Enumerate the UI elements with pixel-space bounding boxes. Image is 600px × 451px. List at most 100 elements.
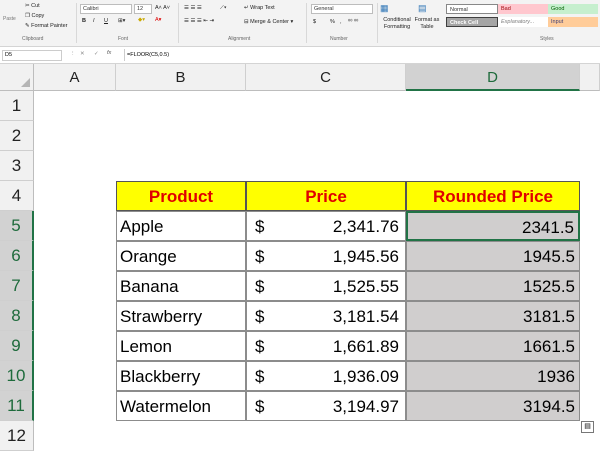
style-normal[interactable]: Normal: [446, 4, 498, 14]
borders-icon[interactable]: ⊞▾: [118, 18, 125, 24]
style-good[interactable]: Good: [548, 4, 598, 14]
currency-symbol: $: [255, 277, 265, 296]
currency-button[interactable]: $: [313, 19, 316, 25]
row-header-9[interactable]: 9: [0, 331, 34, 361]
percent-button[interactable]: %: [330, 19, 335, 25]
column-header-b[interactable]: B: [116, 64, 246, 91]
column-header-c[interactable]: C: [246, 64, 406, 91]
column-header-d[interactable]: D: [406, 64, 580, 91]
rounded-price-cell[interactable]: 1525.5: [406, 271, 580, 301]
row-header-7[interactable]: 7: [0, 271, 34, 301]
select-all-button[interactable]: [0, 64, 34, 91]
row-header-4[interactable]: 4: [0, 181, 34, 211]
underline-button[interactable]: U: [104, 18, 108, 24]
product-cell[interactable]: Watermelon: [116, 391, 246, 421]
price-value: 1,945.56: [332, 247, 399, 266]
formula-bar: D5 ⋮ ✕ ✓ fx =FLOOR(C5,0.5): [0, 47, 600, 64]
rounded-price-cell[interactable]: 1945.5: [406, 241, 580, 271]
column-header-e[interactable]: [580, 64, 600, 91]
row-header-5[interactable]: 5: [0, 211, 34, 241]
comma-button[interactable]: ,: [340, 19, 342, 25]
column-header-a[interactable]: A: [34, 64, 116, 91]
style-input[interactable]: Input: [548, 17, 598, 27]
bold-button[interactable]: B: [82, 18, 86, 24]
row-header-3[interactable]: 3: [0, 151, 34, 181]
copy-icon: ❐: [25, 13, 30, 19]
currency-symbol: $: [255, 217, 265, 236]
wrap-text-button[interactable]: ↵ Wrap Text: [244, 5, 275, 11]
quick-analysis-icon[interactable]: ▤: [581, 421, 594, 433]
decimal-icon[interactable]: ⁰⁰ ⁰⁰: [348, 19, 358, 25]
rounded-price-cell-active[interactable]: 2341.5: [406, 211, 580, 241]
product-cell[interactable]: Orange: [116, 241, 246, 271]
price-value: 1,936.09: [332, 367, 399, 386]
currency-symbol: $: [255, 337, 265, 356]
style-bad[interactable]: Bad: [498, 4, 548, 14]
price-cell[interactable]: $2,341.76: [246, 211, 406, 241]
price-value: 3,194.97: [332, 397, 399, 416]
orientation-icon[interactable]: ⟋▾: [220, 5, 227, 12]
rounded-price-cell[interactable]: 3194.5: [406, 391, 580, 421]
price-value: 1,525.55: [332, 277, 399, 296]
price-cell[interactable]: $3,181.54: [246, 301, 406, 331]
name-box[interactable]: D5: [2, 50, 62, 61]
format-painter-button[interactable]: ✎ Format Painter: [25, 23, 68, 29]
table-header-product[interactable]: Product: [116, 181, 246, 211]
italic-button[interactable]: I: [93, 18, 95, 24]
style-check-cell[interactable]: Check Cell: [446, 17, 498, 27]
font-color-icon[interactable]: A▾: [155, 17, 161, 23]
more-icon: ⋮: [70, 51, 76, 57]
enter-icon[interactable]: ✓: [94, 51, 99, 57]
scissors-icon: ✂: [25, 3, 30, 9]
table-header-rounded-price[interactable]: Rounded Price: [406, 181, 580, 211]
price-cell[interactable]: $1,525.55: [246, 271, 406, 301]
clipboard-group-label: Clipboard: [22, 36, 44, 42]
rounded-price-cell[interactable]: 1936: [406, 361, 580, 391]
fx-icon[interactable]: fx: [107, 50, 111, 56]
cut-button[interactable]: ✂ Cut: [25, 3, 40, 9]
font-size-select[interactable]: 12: [134, 4, 152, 14]
product-cell[interactable]: Apple: [116, 211, 246, 241]
rounded-price-cell[interactable]: 3181.5: [406, 301, 580, 331]
price-value: 3,181.54: [332, 307, 399, 326]
row-header-12[interactable]: 12: [0, 421, 34, 451]
number-format-select[interactable]: General: [311, 4, 373, 14]
formula-input[interactable]: =FLOOR(C5,0.5): [124, 49, 600, 61]
paste-button[interactable]: Paste: [3, 16, 16, 22]
cancel-icon[interactable]: ✕: [80, 51, 85, 57]
wrap-icon: ↵: [244, 5, 249, 11]
ribbon: Paste ✂ Cut ❐ Copy ✎ Format Painter Clip…: [0, 0, 600, 47]
product-cell[interactable]: Lemon: [116, 331, 246, 361]
product-cell[interactable]: Strawberry: [116, 301, 246, 331]
style-explanatory[interactable]: Explanatory...: [498, 17, 548, 27]
row-header-6[interactable]: 6: [0, 241, 34, 271]
price-cell[interactable]: $1,945.56: [246, 241, 406, 271]
row-header-8[interactable]: 8: [0, 301, 34, 331]
align-top-icon[interactable]: ☰ ☰ ☰: [184, 5, 202, 11]
merge-icon: ⊟: [244, 19, 249, 25]
row-header-2[interactable]: 2: [0, 121, 34, 151]
fill-color-icon[interactable]: ◆▾: [138, 17, 145, 23]
product-cell[interactable]: Blackberry: [116, 361, 246, 391]
rounded-price-cell[interactable]: 1661.5: [406, 331, 580, 361]
row-header-1[interactable]: 1: [0, 91, 34, 121]
merge-center-button[interactable]: ⊟ Merge & Center ▾: [244, 19, 293, 25]
currency-symbol: $: [255, 367, 265, 386]
price-cell[interactable]: $1,936.09: [246, 361, 406, 391]
copy-button[interactable]: ❐ Copy: [25, 13, 44, 19]
table-icon: ▤: [418, 3, 427, 13]
currency-symbol: $: [255, 397, 265, 416]
product-cell[interactable]: Banana: [116, 271, 246, 301]
font-name-select[interactable]: Calibri: [80, 4, 132, 14]
table-header-price[interactable]: Price: [246, 181, 406, 211]
currency-symbol: $: [255, 247, 265, 266]
row-header-10[interactable]: 10: [0, 361, 34, 391]
row-header-11[interactable]: 11: [0, 391, 34, 421]
format-as-table-button[interactable]: Format as Table: [414, 17, 440, 31]
price-cell[interactable]: $1,661.89: [246, 331, 406, 361]
align-left-icon[interactable]: ☰ ☰ ☰ ⇤ ⇥: [184, 18, 214, 24]
ribbon-separator: [377, 3, 378, 43]
price-cell[interactable]: $3,194.97: [246, 391, 406, 421]
conditional-formatting-button[interactable]: Conditional Formatting: [380, 17, 414, 31]
font-grow-icon[interactable]: A˄ A˅: [155, 5, 170, 11]
